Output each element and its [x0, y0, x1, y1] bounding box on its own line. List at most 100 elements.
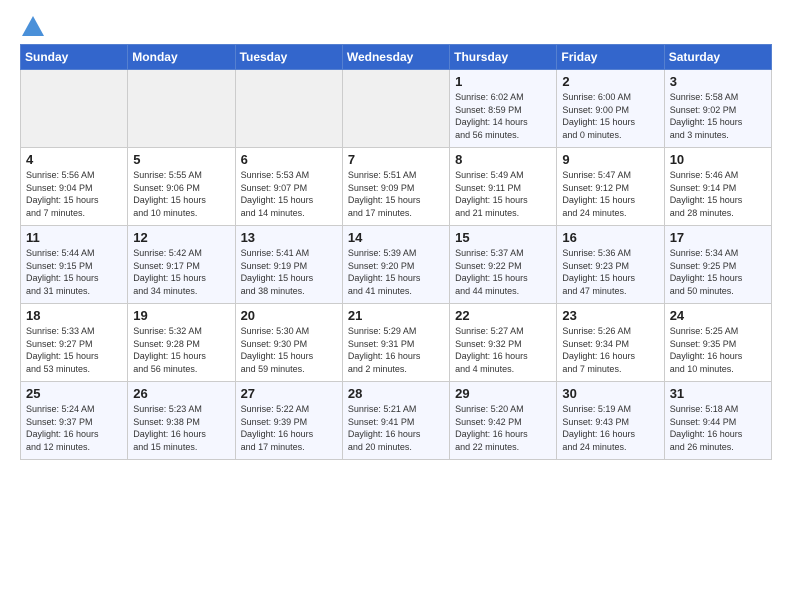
day-number: 20 [241, 308, 337, 323]
day-info: Sunrise: 5:41 AM Sunset: 9:19 PM Dayligh… [241, 247, 337, 297]
day-cell: 29 Sunrise: 5:20 AM Sunset: 9:42 PM Dayli… [450, 382, 557, 460]
day-cell: 6Sunrise: 5:53 AM Sunset: 9:07 PM Daylig… [235, 148, 342, 226]
day-info: Sunrise: 5:26 AM Sunset: 9:34 PM Dayligh… [562, 325, 658, 375]
day-number: 22 [455, 308, 551, 323]
col-header-sunday: Sunday [21, 45, 128, 70]
day-info: Sunrise: 5:53 AM Sunset: 9:07 PM Dayligh… [241, 169, 337, 219]
day-cell: 4 Sunrise: 5:56 AM Sunset: 9:04 PM Daylig… [21, 148, 128, 226]
day-info: Sunrise: 5:32 AM Sunset: 9:28 PM Dayligh… [133, 325, 229, 375]
day-cell: 17 Sunrise: 5:34 AM Sunset: 9:25 PM Dayli… [664, 226, 771, 304]
day-number: 10 [670, 152, 766, 167]
day-number: 31 [670, 386, 766, 401]
day-info: Sunrise: 5:44 AM Sunset: 9:15 PM Dayligh… [26, 247, 122, 297]
col-header-wednesday: Wednesday [342, 45, 449, 70]
day-cell: 7 Sunrise: 5:51 AM Sunset: 9:09 PM Daylig… [342, 148, 449, 226]
day-info: Sunrise: 5:42 AM Sunset: 9:17 PM Dayligh… [133, 247, 229, 297]
day-info: Sunrise: 5:30 AM Sunset: 9:30 PM Dayligh… [241, 325, 337, 375]
day-info: Sunrise: 5:46 AM Sunset: 9:14 PM Dayligh… [670, 169, 766, 219]
day-number: 28 [348, 386, 444, 401]
week-row-1: 1 Sunrise: 6:02 AM Sunset: 8:59 PM Daylig… [21, 70, 772, 148]
day-number: 19 [133, 308, 229, 323]
day-info: Sunrise: 5:56 AM Sunset: 9:04 PM Dayligh… [26, 169, 122, 219]
day-info: Sunrise: 5:24 AM Sunset: 9:37 PM Dayligh… [26, 403, 122, 453]
day-info: Sunrise: 5:39 AM Sunset: 9:20 PM Dayligh… [348, 247, 444, 297]
col-header-monday: Monday [128, 45, 235, 70]
day-cell: 23 Sunrise: 5:26 AM Sunset: 9:34 PM Dayli… [557, 304, 664, 382]
col-header-saturday: Saturday [664, 45, 771, 70]
day-cell: 13Sunrise: 5:41 AM Sunset: 9:19 PM Dayli… [235, 226, 342, 304]
header [20, 16, 772, 34]
day-cell [128, 70, 235, 148]
day-number: 16 [562, 230, 658, 245]
day-cell: 31Sunrise: 5:18 AM Sunset: 9:44 PM Dayli… [664, 382, 771, 460]
day-cell: 27 Sunrise: 5:22 AM Sunset: 9:39 PM Dayli… [235, 382, 342, 460]
col-header-friday: Friday [557, 45, 664, 70]
day-cell: 25 Sunrise: 5:24 AM Sunset: 9:37 PM Dayli… [21, 382, 128, 460]
week-row-5: 25 Sunrise: 5:24 AM Sunset: 9:37 PM Dayli… [21, 382, 772, 460]
day-cell: 28 Sunrise: 5:21 AM Sunset: 9:41 PM Dayli… [342, 382, 449, 460]
day-info: Sunrise: 5:33 AM Sunset: 9:27 PM Dayligh… [26, 325, 122, 375]
day-info: Sunrise: 5:19 AM Sunset: 9:43 PM Dayligh… [562, 403, 658, 453]
day-number: 14 [348, 230, 444, 245]
day-number: 5 [133, 152, 229, 167]
day-number: 8 [455, 152, 551, 167]
day-info: Sunrise: 5:58 AM Sunset: 9:02 PM Dayligh… [670, 91, 766, 141]
day-number: 4 [26, 152, 122, 167]
day-cell: 10 Sunrise: 5:46 AM Sunset: 9:14 PM Dayli… [664, 148, 771, 226]
day-cell [342, 70, 449, 148]
calendar-header-row: SundayMondayTuesdayWednesdayThursdayFrid… [21, 45, 772, 70]
day-info: Sunrise: 5:34 AM Sunset: 9:25 PM Dayligh… [670, 247, 766, 297]
day-info: Sunrise: 5:55 AM Sunset: 9:06 PM Dayligh… [133, 169, 229, 219]
week-row-4: 18 Sunrise: 5:33 AM Sunset: 9:27 PM Dayli… [21, 304, 772, 382]
day-cell: 9 Sunrise: 5:47 AM Sunset: 9:12 PM Daylig… [557, 148, 664, 226]
day-number: 23 [562, 308, 658, 323]
day-info: Sunrise: 5:22 AM Sunset: 9:39 PM Dayligh… [241, 403, 337, 453]
day-cell: 1 Sunrise: 6:02 AM Sunset: 8:59 PM Daylig… [450, 70, 557, 148]
day-info: Sunrise: 5:29 AM Sunset: 9:31 PM Dayligh… [348, 325, 444, 375]
col-header-tuesday: Tuesday [235, 45, 342, 70]
day-cell: 15Sunrise: 5:37 AM Sunset: 9:22 PM Dayli… [450, 226, 557, 304]
day-info: Sunrise: 5:51 AM Sunset: 9:09 PM Dayligh… [348, 169, 444, 219]
day-number: 17 [670, 230, 766, 245]
day-cell: 20 Sunrise: 5:30 AM Sunset: 9:30 PM Dayli… [235, 304, 342, 382]
day-cell: 16Sunrise: 5:36 AM Sunset: 9:23 PM Dayli… [557, 226, 664, 304]
day-cell: 2 Sunrise: 6:00 AM Sunset: 9:00 PM Daylig… [557, 70, 664, 148]
day-info: Sunrise: 5:47 AM Sunset: 9:12 PM Dayligh… [562, 169, 658, 219]
day-number: 11 [26, 230, 122, 245]
day-cell: 21 Sunrise: 5:29 AM Sunset: 9:31 PM Dayli… [342, 304, 449, 382]
day-number: 25 [26, 386, 122, 401]
day-info: Sunrise: 5:21 AM Sunset: 9:41 PM Dayligh… [348, 403, 444, 453]
day-info: Sunrise: 6:00 AM Sunset: 9:00 PM Dayligh… [562, 91, 658, 141]
day-number: 18 [26, 308, 122, 323]
day-cell: 12Sunrise: 5:42 AM Sunset: 9:17 PM Dayli… [128, 226, 235, 304]
day-cell: 30 Sunrise: 5:19 AM Sunset: 9:43 PM Dayli… [557, 382, 664, 460]
day-cell: 26 Sunrise: 5:23 AM Sunset: 9:38 PM Dayli… [128, 382, 235, 460]
day-number: 21 [348, 308, 444, 323]
day-info: Sunrise: 5:20 AM Sunset: 9:42 PM Dayligh… [455, 403, 551, 453]
day-number: 7 [348, 152, 444, 167]
day-number: 26 [133, 386, 229, 401]
page: SundayMondayTuesdayWednesdayThursdayFrid… [0, 0, 792, 470]
day-number: 24 [670, 308, 766, 323]
day-number: 30 [562, 386, 658, 401]
day-cell: 19 Sunrise: 5:32 AM Sunset: 9:28 PM Dayli… [128, 304, 235, 382]
day-cell: 11 Sunrise: 5:44 AM Sunset: 9:15 PM Dayli… [21, 226, 128, 304]
day-info: Sunrise: 5:49 AM Sunset: 9:11 PM Dayligh… [455, 169, 551, 219]
day-number: 1 [455, 74, 551, 89]
day-cell: 5 Sunrise: 5:55 AM Sunset: 9:06 PM Daylig… [128, 148, 235, 226]
day-number: 9 [562, 152, 658, 167]
day-cell: 24Sunrise: 5:25 AM Sunset: 9:35 PM Dayli… [664, 304, 771, 382]
logo-icon [22, 16, 44, 36]
day-cell: 14 Sunrise: 5:39 AM Sunset: 9:20 PM Dayli… [342, 226, 449, 304]
day-number: 29 [455, 386, 551, 401]
day-number: 2 [562, 74, 658, 89]
day-number: 15 [455, 230, 551, 245]
logo [20, 16, 44, 34]
day-cell: 8 Sunrise: 5:49 AM Sunset: 9:11 PM Daylig… [450, 148, 557, 226]
day-number: 27 [241, 386, 337, 401]
day-cell: 18 Sunrise: 5:33 AM Sunset: 9:27 PM Dayli… [21, 304, 128, 382]
day-cell [21, 70, 128, 148]
day-cell: 22Sunrise: 5:27 AM Sunset: 9:32 PM Dayli… [450, 304, 557, 382]
day-info: Sunrise: 6:02 AM Sunset: 8:59 PM Dayligh… [455, 91, 551, 141]
day-info: Sunrise: 5:23 AM Sunset: 9:38 PM Dayligh… [133, 403, 229, 453]
